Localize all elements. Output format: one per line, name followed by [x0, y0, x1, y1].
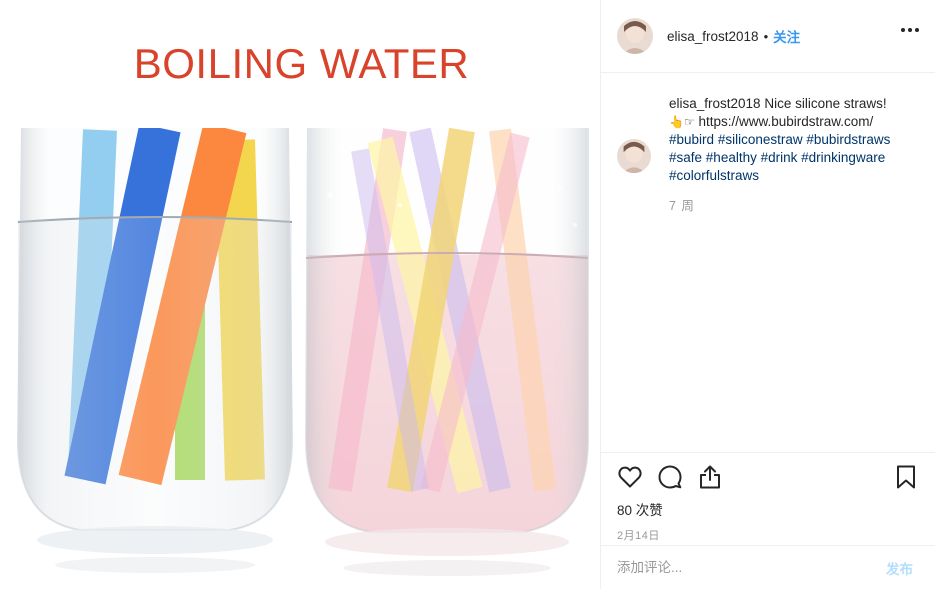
hashtag-link[interactable]: #bubirdstraws [806, 132, 890, 147]
avatar-photo [617, 139, 651, 173]
comment-input[interactable] [617, 560, 886, 575]
hashtag-link[interactable]: #drink [761, 150, 798, 165]
follow-button[interactable]: 关注 [773, 26, 800, 46]
hashtag-link[interactable]: #drinkingware [801, 150, 885, 165]
hashtag-link[interactable]: #siliconestraw [718, 132, 803, 147]
caption-username[interactable]: elisa_frost2018 [669, 96, 761, 111]
comment-icon[interactable] [657, 464, 683, 490]
hashtag-link[interactable]: #healthy [706, 150, 757, 165]
post-header: elisa_frost2018 • 关注 [601, 0, 935, 73]
bookmark-icon[interactable] [893, 464, 919, 490]
image-headline: BOILING WATER [133, 40, 470, 87]
post-author-username[interactable]: elisa_frost2018 [667, 29, 759, 44]
hashtag-link[interactable]: #colorfulstraws [669, 168, 759, 183]
comments-section: elisa_frost2018 Nice silicone straws! 👆☞… [601, 73, 935, 452]
hashtag-link[interactable]: #safe [669, 150, 702, 165]
post-comment-button[interactable]: 发布 [886, 558, 913, 578]
more-horizontal-icon[interactable] [901, 28, 919, 32]
share-icon[interactable] [697, 464, 723, 490]
post-side-panel: elisa_frost2018 • 关注 elisa_frost2018 Nic… [601, 0, 935, 589]
post-date[interactable]: 2月14日 [617, 527, 919, 543]
caption-time-ago[interactable]: 7 周 [669, 197, 915, 215]
caption-comment: elisa_frost2018 Nice silicone straws! 👆☞… [617, 95, 919, 215]
avatar[interactable] [617, 139, 651, 173]
caption-text-block: elisa_frost2018 Nice silicone straws! 👆☞… [669, 95, 915, 215]
caption-text: Nice silicone straws! [764, 96, 887, 111]
avatar[interactable] [617, 18, 653, 54]
separator-dot: • [763, 28, 769, 44]
post-image[interactable]: BOILING WATER [0, 0, 601, 589]
post-photo-graphic [16, 127, 589, 576]
avatar-photo [617, 18, 653, 54]
post-actions: 80 次赞 2月14日 [601, 452, 935, 543]
likes-count[interactable]: 80 次赞 [617, 499, 919, 519]
pointing-hand-icon: 👆☞ [669, 115, 695, 129]
hashtag-link[interactable]: #bubird [669, 132, 714, 147]
action-icon-row [617, 453, 919, 501]
add-comment-bar: 发布 [601, 545, 935, 589]
caption-link[interactable]: https://www.bubirdstraw.com/ [698, 114, 873, 129]
heart-icon[interactable] [617, 464, 643, 490]
